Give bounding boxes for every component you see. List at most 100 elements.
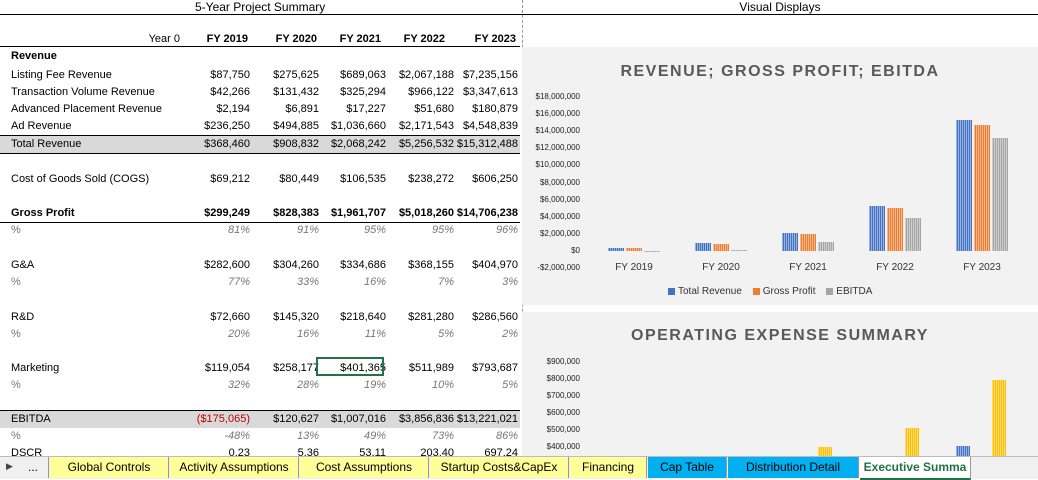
row-value[interactable]: $258,177	[249, 360, 319, 377]
row-value[interactable]: 96%	[448, 222, 518, 239]
row-value[interactable]: $72,660	[180, 309, 250, 326]
bar[interactable]	[713, 243, 729, 251]
bar[interactable]	[992, 137, 1008, 251]
row-value[interactable]: $236,250	[180, 118, 250, 135]
row-value[interactable]: $3,856,836	[384, 411, 454, 428]
row-value[interactable]: $304,260	[249, 257, 319, 274]
row-value[interactable]: 5%	[384, 326, 454, 343]
sheet-tab[interactable]: Global Controls	[50, 457, 169, 478]
sheet-tab[interactable]: Cost Assumptions	[300, 457, 429, 478]
row-value[interactable]: 49%	[316, 428, 386, 445]
row-value[interactable]: $282,600	[180, 257, 250, 274]
bar[interactable]	[905, 217, 921, 251]
row-value[interactable]: $828,383	[249, 205, 319, 222]
row-value[interactable]: -48%	[180, 428, 250, 445]
row-value[interactable]: 77%	[180, 274, 250, 291]
bar[interactable]	[974, 125, 990, 251]
revenue-chart[interactable]: REVENUE; GROSS PROFIT; EBITDA $18,000,00…	[522, 47, 1038, 305]
row-value[interactable]: $1,007,016	[316, 411, 386, 428]
row-value[interactable]: $5,018,260	[384, 205, 454, 222]
bar[interactable]	[956, 119, 972, 251]
row-value[interactable]: $966,122	[384, 84, 454, 101]
row-value[interactable]: 86%	[448, 428, 518, 445]
row-value[interactable]: $218,640	[316, 309, 386, 326]
row-value[interactable]: 95%	[384, 222, 454, 239]
bar[interactable]	[800, 234, 816, 251]
row-value[interactable]: $689,063	[316, 67, 386, 84]
sheet-tab[interactable]: Distribution Detail	[728, 457, 859, 478]
row-value[interactable]: $299,249	[180, 205, 250, 222]
row-value[interactable]: 20%	[180, 326, 250, 343]
sheet-tab[interactable]: Activity Assumptions	[170, 457, 299, 478]
row-value[interactable]: $2,068,242	[316, 136, 386, 153]
selected-cell[interactable]	[316, 357, 384, 376]
row-value[interactable]: 5.36	[249, 445, 319, 456]
row-value[interactable]: 91%	[249, 222, 319, 239]
sheet-tab[interactable]: Startup Costs&CapEx	[430, 457, 569, 478]
row-value[interactable]: $51,680	[384, 101, 454, 118]
row-value[interactable]: $15,312,488	[448, 136, 518, 153]
row-value[interactable]: $14,706,238	[448, 205, 518, 222]
row-value[interactable]: $908,832	[249, 136, 319, 153]
row-value[interactable]: 95%	[316, 222, 386, 239]
bar[interactable]	[956, 446, 970, 456]
row-value[interactable]: $87,750	[180, 67, 250, 84]
bar[interactable]	[731, 249, 747, 251]
row-value[interactable]: 3%	[448, 274, 518, 291]
sheet-tab[interactable]: Executive Summa	[860, 457, 971, 480]
row-value[interactable]: $368,155	[384, 257, 454, 274]
row-value[interactable]: 5%	[448, 377, 518, 394]
row-value[interactable]: $275,625	[249, 67, 319, 84]
row-value[interactable]: $13,221,021	[448, 411, 518, 428]
bar[interactable]	[695, 243, 711, 251]
row-value[interactable]: $606,250	[448, 171, 518, 188]
sheet-tab[interactable]: ...	[18, 457, 49, 478]
row-value[interactable]: $1,036,660	[316, 118, 386, 135]
row-value[interactable]: $4,548,839	[448, 118, 518, 135]
bar[interactable]	[887, 207, 903, 251]
row-value[interactable]: $281,280	[384, 309, 454, 326]
row-value[interactable]: $793,687	[448, 360, 518, 377]
row-value[interactable]: 73%	[384, 428, 454, 445]
row-value[interactable]: $334,686	[316, 257, 386, 274]
row-value[interactable]: 53.11	[316, 445, 386, 456]
bar[interactable]	[644, 250, 660, 253]
row-value[interactable]: 19%	[316, 377, 386, 394]
row-value[interactable]: $238,272	[384, 171, 454, 188]
row-value[interactable]: $119,054	[180, 360, 250, 377]
row-value[interactable]: $5,256,532	[384, 136, 454, 153]
row-value[interactable]: $42,266	[180, 84, 250, 101]
row-value[interactable]: $2,171,543	[384, 118, 454, 135]
row-value[interactable]: ($175,065)	[180, 411, 250, 428]
bar[interactable]	[608, 247, 624, 251]
bar[interactable]	[818, 242, 834, 251]
row-value[interactable]: $511,989	[384, 360, 454, 377]
row-value[interactable]: $80,449	[249, 171, 319, 188]
scroll-tabs-left-icon[interactable]: ▶	[6, 461, 13, 472]
row-value[interactable]: $2,067,188	[384, 67, 454, 84]
row-value[interactable]: $3,347,613	[448, 84, 518, 101]
row-value[interactable]: $286,560	[448, 309, 518, 326]
row-value[interactable]: $6,891	[249, 101, 319, 118]
row-value[interactable]: $17,227	[316, 101, 386, 118]
row-value[interactable]: $2,194	[180, 101, 250, 118]
row-value[interactable]: $120,627	[249, 411, 319, 428]
row-value[interactable]: 16%	[249, 326, 319, 343]
row-value[interactable]: 13%	[249, 428, 319, 445]
row-value[interactable]: 33%	[249, 274, 319, 291]
bar[interactable]	[782, 233, 798, 251]
row-value[interactable]: 10%	[384, 377, 454, 394]
bar[interactable]	[626, 248, 642, 251]
spreadsheet-area[interactable]: 5-Year Project Summary Year 0 FY 2019 FY…	[0, 0, 1038, 456]
row-value[interactable]: $325,294	[316, 84, 386, 101]
row-value[interactable]: 697.24	[448, 445, 518, 456]
row-value[interactable]: 16%	[316, 274, 386, 291]
row-value[interactable]: $145,320	[249, 309, 319, 326]
bar[interactable]	[818, 446, 832, 456]
opex-chart[interactable]: OPERATING EXPENSE SUMMARY $900,000 $800,0…	[522, 312, 1038, 456]
row-value[interactable]: 11%	[316, 326, 386, 343]
bar[interactable]	[869, 205, 885, 251]
row-value[interactable]: $494,885	[249, 118, 319, 135]
row-value[interactable]: $1,961,707	[316, 205, 386, 222]
row-value[interactable]: 203.40	[384, 445, 454, 456]
